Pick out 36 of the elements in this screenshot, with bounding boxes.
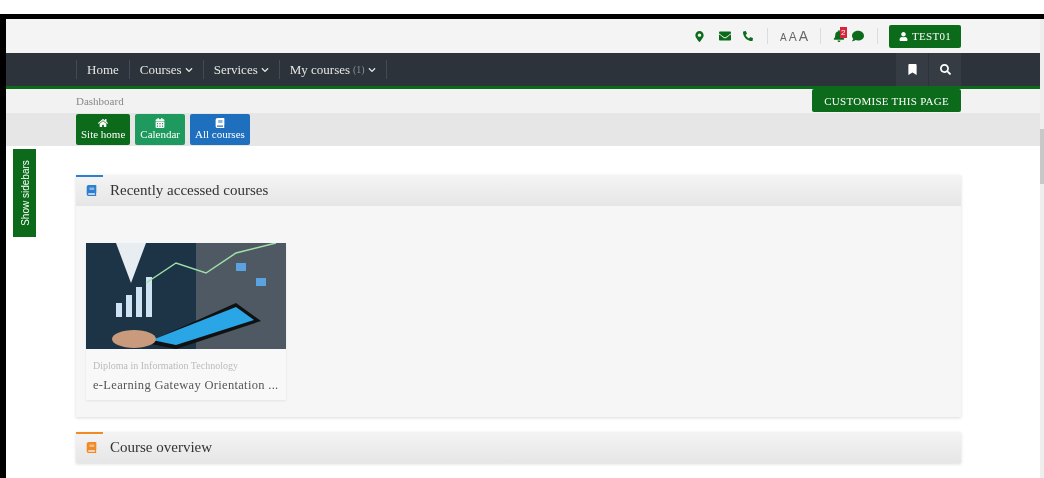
book-icon	[86, 185, 97, 196]
block-title: Course overview	[110, 438, 213, 458]
home-icon	[98, 117, 109, 128]
notification-badge: 2	[840, 27, 847, 39]
book-icon	[214, 117, 225, 128]
sidebar-toggle[interactable]: Show sidebars	[13, 149, 36, 237]
location-icon[interactable]	[694, 30, 706, 42]
chevron-icon	[367, 65, 376, 74]
user-icon	[899, 31, 909, 41]
nav-item[interactable]: Services	[203, 60, 280, 80]
course-name: e-Learning Gateway Orientation ...	[93, 377, 279, 394]
font-size-button[interactable]: A	[788, 31, 797, 44]
nav-item[interactable]: My courses (1)	[279, 60, 387, 80]
quick-link-button[interactable]: All courses	[190, 113, 250, 145]
font-size-button[interactable]: A	[798, 29, 809, 44]
quick-link-button[interactable]: Calendar	[135, 113, 185, 145]
email-icon[interactable]	[719, 30, 732, 43]
chat-icon[interactable]	[852, 30, 865, 43]
calendar-icon	[155, 117, 166, 128]
block-title: Recently accessed courses	[110, 181, 269, 201]
nav-item[interactable]: Courses	[129, 60, 204, 80]
chevron-icon	[260, 65, 269, 74]
search-button[interactable]	[929, 53, 961, 87]
quick-link-button[interactable]: Site home	[76, 113, 131, 145]
bookmark-icon	[906, 64, 918, 76]
bookmark-button[interactable]	[896, 53, 928, 87]
nav-item[interactable]: Home	[77, 60, 130, 80]
search-icon	[939, 64, 951, 76]
user-button[interactable]: TEST01	[889, 24, 961, 48]
customise-button[interactable]: CUSTOMISE THIS PAGE	[812, 89, 961, 113]
font-size-button[interactable]: A	[780, 33, 787, 44]
breadcrumb[interactable]: Dashboard	[76, 92, 124, 110]
scrollbar-thumb[interactable]	[1040, 129, 1044, 184]
book-icon	[86, 442, 97, 453]
phone-icon[interactable]	[743, 31, 754, 42]
chevron-icon	[184, 65, 193, 74]
